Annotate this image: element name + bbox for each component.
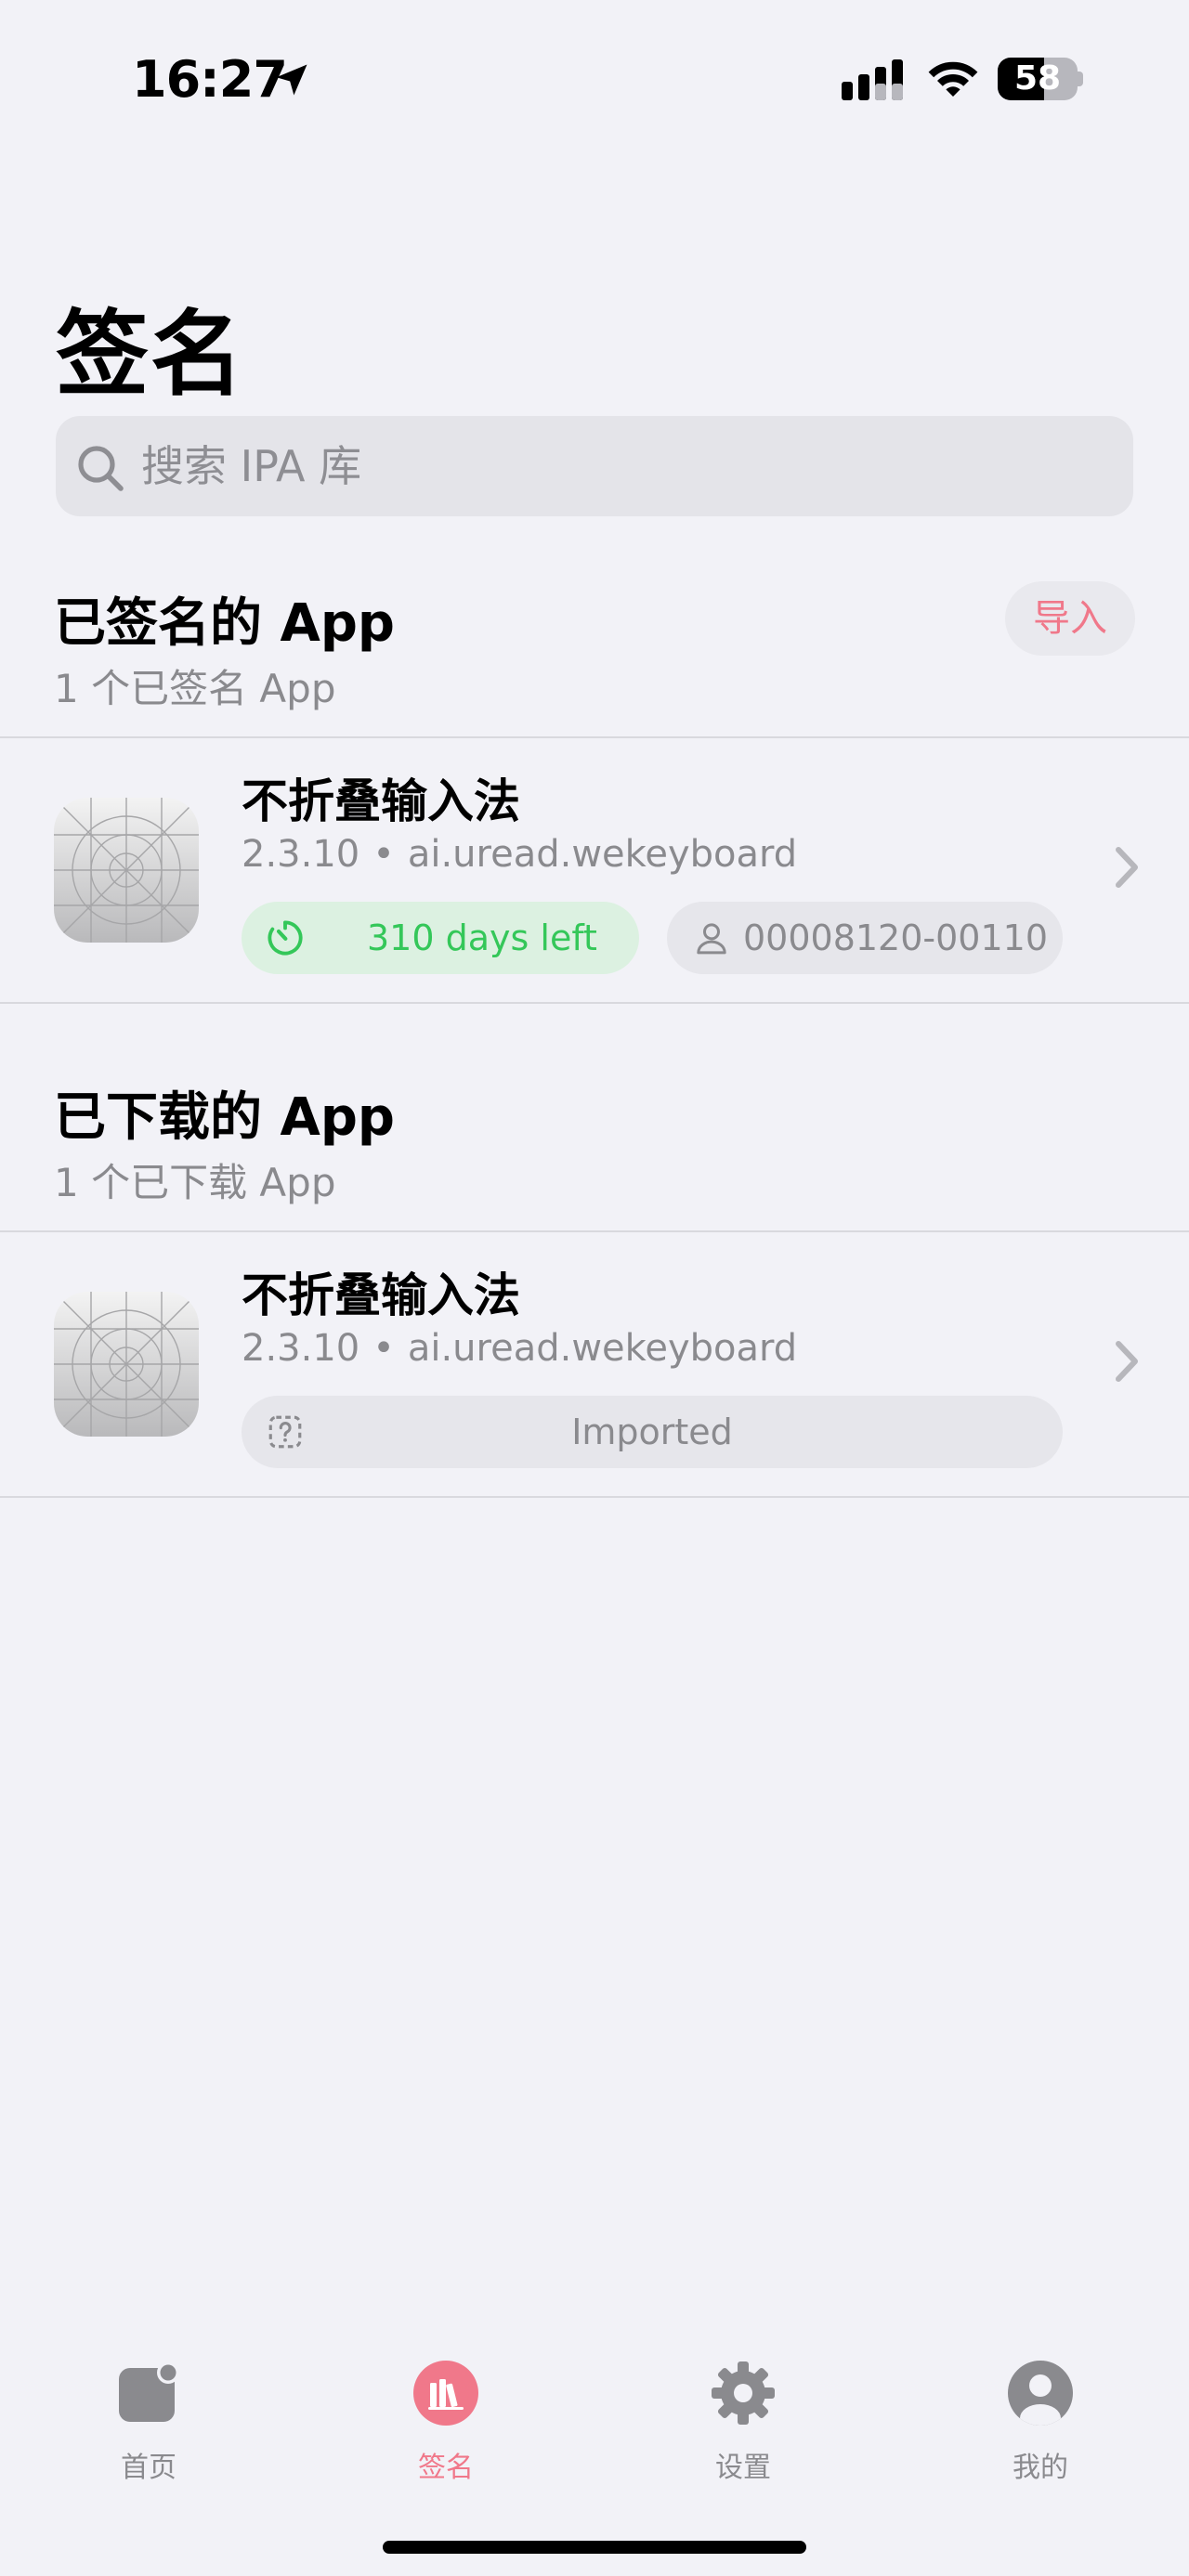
books-icon — [413, 2361, 478, 2426]
downloaded-section-title: 已下载的 App — [54, 1087, 396, 1148]
imported-badge: Imported — [242, 1396, 1063, 1468]
divider — [0, 1496, 1189, 1498]
chevron-right-icon — [1116, 847, 1138, 888]
device-id-label: 00008120-00110... — [743, 917, 1050, 958]
app-version: 2.3.10 — [242, 1327, 360, 1370]
cellular-signal-icon — [842, 59, 903, 100]
app-bundle-id: ai.uread.wekeyboard — [407, 1327, 798, 1370]
search-icon — [78, 446, 124, 491]
downloaded-app-row[interactable]: 不折叠输入法 2.3.10 • ai.uread.wekeyboard Import… — [0, 1232, 1189, 1496]
app-name: 不折叠输入法 — [242, 774, 520, 828]
tab-sign[interactable]: 签名 — [344, 2361, 548, 2500]
downloaded-section-header: 已下载的 App 1 个已下载 App — [0, 1075, 1189, 1233]
app-meta: 2.3.10 • ai.uread.wekeyboard — [242, 833, 797, 876]
app-version: 2.3.10 — [242, 833, 360, 876]
app-name: 不折叠输入法 — [242, 1268, 520, 1322]
device-badge: 00008120-00110... — [667, 902, 1063, 974]
app-meta: 2.3.10 • ai.uread.wekeyboard — [242, 1327, 797, 1370]
days-left-badge: 310 days left — [242, 902, 639, 974]
chevron-right-icon — [1116, 1341, 1138, 1382]
import-button[interactable]: 导入 — [1005, 581, 1135, 656]
search-bar[interactable] — [56, 416, 1133, 516]
page-title: 签名 — [56, 300, 245, 409]
meta-separator: • — [372, 833, 395, 876]
tab-settings-label: 设置 — [715, 2452, 771, 2484]
location-arrow-icon — [276, 64, 307, 96]
timer-icon — [268, 920, 303, 956]
divider — [0, 1002, 1189, 1004]
signed-section-title: 已签名的 App — [54, 593, 396, 654]
person-icon — [697, 923, 726, 955]
days-left-label: 310 days left — [367, 917, 597, 958]
tab-settings[interactable]: 设置 — [641, 2361, 845, 2500]
app-placeholder-icon — [54, 798, 199, 943]
app-bundle-id: ai.uread.wekeyboard — [407, 833, 798, 876]
imported-label: Imported — [571, 1412, 733, 1452]
signed-section-header: 已签名的 App 1 个已签名 App 导入 — [0, 581, 1189, 739]
search-input[interactable] — [141, 416, 1107, 516]
tab-bar: 首页 签名 设置 我的 — [0, 2331, 1189, 2576]
signed-section-subtitle: 1 个已签名 App — [54, 666, 336, 711]
tab-home[interactable]: 首页 — [46, 2361, 251, 2500]
tab-home-label: 首页 — [121, 2452, 176, 2484]
tab-sign-label: 签名 — [418, 2452, 474, 2484]
status-time: 16:27 — [132, 50, 288, 109]
home-indicator — [383, 2541, 806, 2554]
person-circle-icon — [1008, 2361, 1073, 2426]
app-placeholder-icon — [54, 1292, 199, 1437]
status-bar: 16:27 58 — [0, 0, 1189, 158]
tab-profile-label: 我的 — [1013, 2452, 1068, 2484]
gear-icon — [712, 2361, 775, 2425]
news-badge-icon — [119, 2361, 179, 2422]
downloaded-section-subtitle: 1 个已下载 App — [54, 1160, 336, 1205]
wifi-icon — [928, 61, 978, 97]
meta-separator: • — [372, 1327, 395, 1370]
battery-level: 58 — [1013, 59, 1062, 98]
tab-profile[interactable]: 我的 — [938, 2361, 1143, 2500]
signed-app-row[interactable]: 不折叠输入法 2.3.10 • ai.uread.wekeyboard 310 da… — [0, 738, 1189, 1002]
screen: 16:27 58 签名 搜索 IPA 库 已签名的 App 1 个已签名 App… — [0, 0, 1189, 2576]
battery-icon: 58 — [998, 58, 1083, 100]
